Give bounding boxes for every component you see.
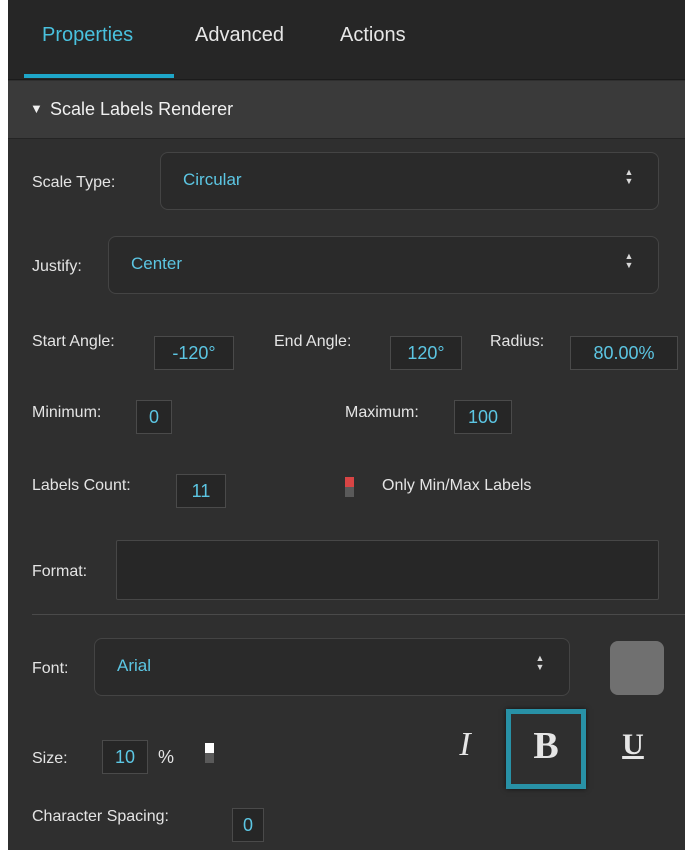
font-label: Font: <box>32 660 69 677</box>
select-arrows-icon: ▲▼ <box>624 251 634 270</box>
scale-type-select[interactable]: Circular ▲▼ <box>160 152 659 210</box>
end-angle-input[interactable]: 120° <box>390 336 462 370</box>
font-select[interactable]: Arial ▲▼ <box>94 638 570 696</box>
maximum-label: Maximum: <box>345 404 419 421</box>
tab-properties[interactable]: Properties <box>42 24 133 47</box>
active-tab-indicator <box>24 74 174 78</box>
labels-count-input[interactable]: 11 <box>176 474 226 508</box>
start-angle-label: Start Angle: <box>32 333 115 350</box>
toggle-indicator-icon <box>205 743 214 753</box>
minimum-input[interactable]: 0 <box>136 400 172 434</box>
scale-type-label: Scale Type: <box>32 174 116 191</box>
minimum-label: Minimum: <box>32 404 102 421</box>
scale-type-value: Circular <box>183 170 242 189</box>
character-spacing-input[interactable]: 0 <box>232 808 264 842</box>
character-spacing-label: Character Spacing: <box>32 808 169 825</box>
radius-input[interactable]: 80.00% <box>570 336 678 370</box>
tab-actions[interactable]: Actions <box>340 24 406 47</box>
start-angle-input[interactable]: -120° <box>154 336 234 370</box>
collapse-caret-icon: ▼ <box>30 101 43 116</box>
italic-button[interactable]: I <box>450 726 480 764</box>
section-title: Scale Labels Renderer <box>50 99 234 119</box>
tab-advanced[interactable]: Advanced <box>195 24 284 47</box>
format-input[interactable] <box>116 540 659 600</box>
bold-button[interactable]: B <box>513 724 579 768</box>
toggle-indicator-icon <box>345 477 354 487</box>
section-divider <box>32 614 685 615</box>
tab-bar: Properties Advanced Actions <box>8 0 685 80</box>
justify-value: Center <box>131 254 183 273</box>
size-unit-toggle[interactable] <box>205 743 214 763</box>
labels-count-label: Labels Count: <box>32 477 131 494</box>
end-angle-label: End Angle: <box>274 333 352 350</box>
maximum-input[interactable]: 100 <box>454 400 512 434</box>
only-min-max-toggle[interactable] <box>345 477 354 497</box>
underline-button[interactable]: U <box>618 728 648 762</box>
size-label: Size: <box>32 750 68 767</box>
select-arrows-icon: ▲▼ <box>624 167 634 186</box>
size-unit-label: % <box>158 747 175 767</box>
format-label: Format: <box>32 563 88 580</box>
radius-label: Radius: <box>490 333 545 350</box>
font-color-swatch[interactable] <box>610 641 664 695</box>
only-min-max-label: Only Min/Max Labels <box>382 477 532 494</box>
justify-select[interactable]: Center ▲▼ <box>108 236 659 294</box>
section-header-scale-labels-renderer[interactable]: ▼ Scale Labels Renderer <box>8 81 685 139</box>
properties-panel: Properties Advanced Actions ▼ Scale Labe… <box>8 0 685 850</box>
justify-label: Justify: <box>32 258 82 275</box>
size-input[interactable]: 10 <box>102 740 148 774</box>
font-value: Arial <box>117 656 152 675</box>
select-arrows-icon: ▲▼ <box>535 653 545 672</box>
